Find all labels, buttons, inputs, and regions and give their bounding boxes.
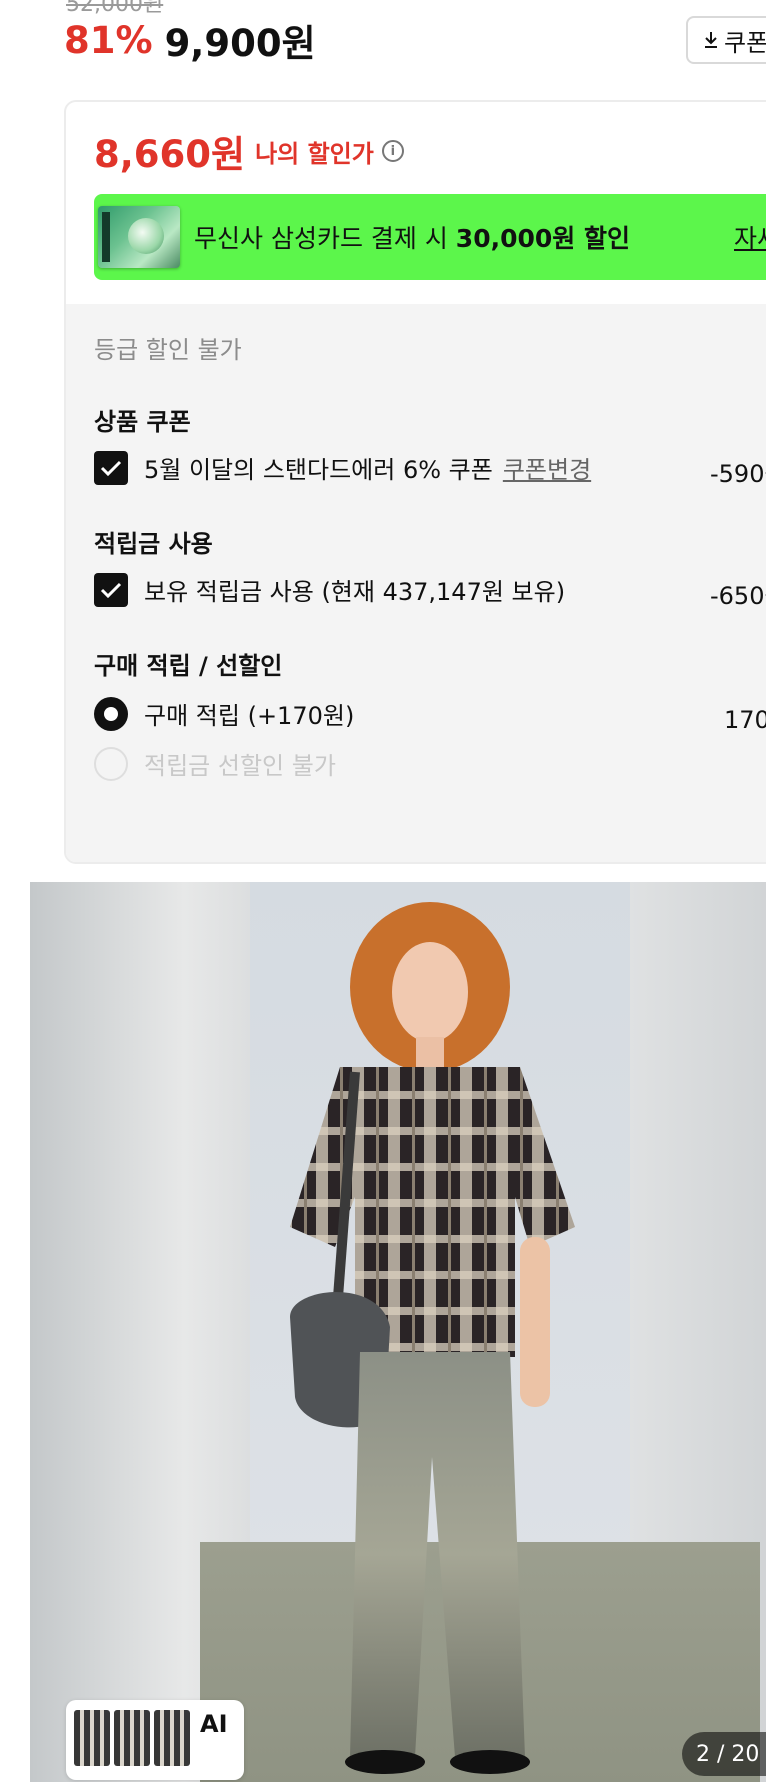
banner-detail-link[interactable]: 자세히 bbox=[734, 219, 766, 255]
checkbox-checked-icon[interactable] bbox=[94, 572, 128, 607]
my-discount-price: 8,660원 bbox=[94, 133, 246, 176]
card-promo-banner[interactable]: 무신사 삼성카드 결제 시 30,000원 할인 자세히 bbox=[94, 194, 766, 280]
checkbox-checked-icon[interactable] bbox=[94, 450, 128, 485]
product-coupon-amount: -590원 bbox=[710, 460, 766, 488]
sale-price: 9,900원 bbox=[164, 22, 316, 65]
radio-unselected-icon bbox=[94, 746, 128, 781]
points-use-title: 적립금 사용 bbox=[94, 530, 213, 558]
product-coupon-option[interactable]: 5월 이달의 스탠다드에러 6% 쿠폰 쿠폰변경 bbox=[94, 450, 591, 485]
points-use-option[interactable]: 보유 적립금 사용 (현재 437,147원 보유) bbox=[94, 572, 565, 607]
product-photo[interactable]: AI 2 / 20 bbox=[30, 882, 766, 1782]
coupon-download-button[interactable]: 쿠폰 bbox=[686, 16, 766, 64]
info-icon[interactable]: i bbox=[381, 140, 404, 162]
product-coupon-label: 5월 이달의 스탠다드에러 6% 쿠폰 bbox=[144, 456, 493, 484]
model-figure bbox=[290, 902, 575, 1774]
download-icon bbox=[705, 32, 717, 48]
my-discount-label: 나의 할인가 bbox=[255, 139, 374, 168]
ai-similar-items-chip[interactable]: AI bbox=[66, 1700, 244, 1780]
purchase-reward-title: 구매 적립 / 선할인 bbox=[94, 652, 283, 680]
coupon-button-label: 쿠폰 bbox=[724, 28, 766, 57]
credit-card-image bbox=[98, 206, 180, 268]
thumbnail-image bbox=[74, 1710, 110, 1766]
points-use-label: 보유 적립금 사용 (현재 437,147원 보유) bbox=[144, 578, 566, 606]
benefit-card: 8,660원 나의 할인가 i 무신사 삼성카드 결제 시 30,000원 할인… bbox=[64, 100, 766, 864]
coupon-change-link[interactable]: 쿠폰변경 bbox=[503, 450, 591, 485]
purchase-reward-amount: 170원 bbox=[724, 706, 766, 734]
thumbnail-image bbox=[154, 1710, 190, 1766]
price-row: 81% 9,900원 bbox=[64, 14, 316, 66]
image-counter: 2 / 20 bbox=[682, 1732, 766, 1776]
thumbnail-image bbox=[114, 1710, 150, 1766]
my-price-row: 8,660원 나의 할인가 i bbox=[94, 124, 404, 178]
purchase-reward-option[interactable]: 구매 적립 (+170원) bbox=[94, 696, 354, 731]
pre-discount-option: 적립금 선할인 불가 bbox=[94, 746, 336, 781]
product-coupon-title: 상품 쿠폰 bbox=[94, 408, 191, 436]
ai-chip-label: AI bbox=[200, 1710, 228, 1738]
points-use-amount: -650원 bbox=[710, 582, 766, 610]
radio-selected-icon[interactable] bbox=[94, 696, 128, 731]
grade-discount-status: 등급 할인 불가 bbox=[94, 336, 242, 364]
purchase-reward-label: 구매 적립 (+170원) bbox=[144, 702, 355, 730]
discount-rate: 81% bbox=[64, 18, 153, 62]
discount-options-panel: 등급 할인 불가 상품 쿠폰 5월 이달의 스탠다드에러 6% 쿠폰 쿠폰변경 … bbox=[66, 304, 766, 862]
pre-discount-label: 적립금 선할인 불가 bbox=[144, 752, 336, 780]
banner-text: 무신사 삼성카드 결제 시 30,000원 할인 bbox=[194, 224, 630, 253]
